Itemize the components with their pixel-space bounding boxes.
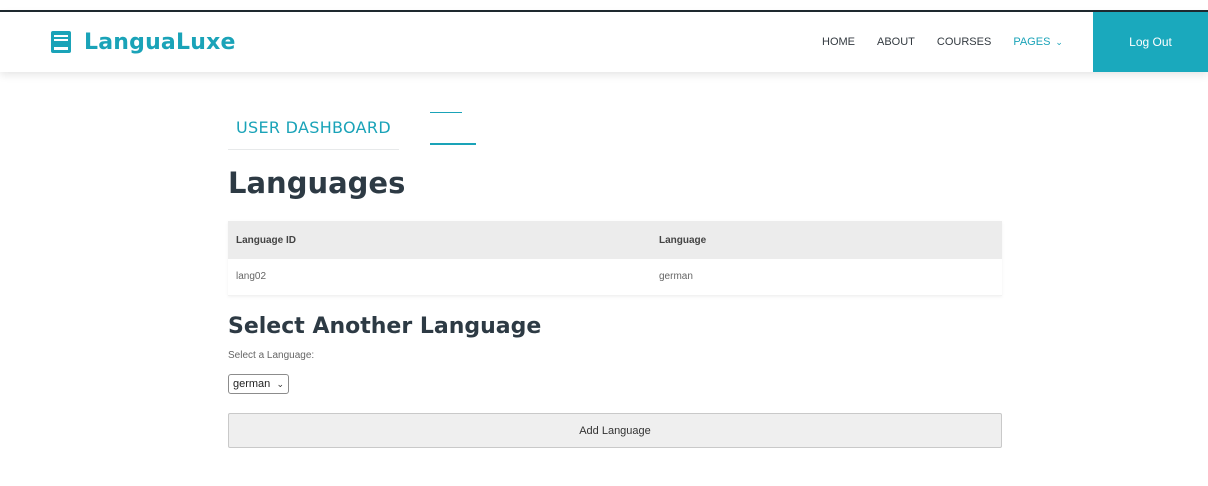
table-row: lang02 german	[228, 259, 1002, 296]
chevron-down-icon: ⌄	[276, 378, 284, 389]
languages-table: Language ID Language lang02 german	[228, 221, 1002, 296]
column-header-language: Language	[651, 221, 1002, 259]
section-tag-label: USER DASHBOARD	[228, 112, 399, 150]
language-select-label: Select a Language:	[228, 350, 315, 361]
nav-pages-label: PAGES	[1013, 36, 1051, 48]
tag-line-top	[430, 112, 462, 113]
language-select-value: german	[233, 378, 271, 390]
nav-home[interactable]: HOME	[822, 36, 855, 48]
language-select[interactable]: german ⌄	[228, 374, 289, 394]
section-tag: USER DASHBOARD	[228, 112, 476, 150]
table-header-row: Language ID Language	[228, 221, 1002, 259]
nav-courses[interactable]: COURSES	[937, 36, 991, 48]
cell-language: german	[651, 259, 1002, 296]
chevron-down-icon: ⌄	[1055, 36, 1063, 47]
tag-line-bottom	[430, 143, 476, 145]
navbar: LanguaLuxe HOME ABOUT COURSES PAGES ⌄ Lo…	[0, 12, 1208, 72]
cell-language-id: lang02	[228, 259, 651, 296]
select-section-title: Select Another Language	[228, 314, 542, 339]
logout-button[interactable]: Log Out	[1093, 12, 1208, 72]
tag-decoration	[430, 112, 476, 146]
column-header-language-id: Language ID	[228, 221, 651, 259]
main-nav: HOME ABOUT COURSES PAGES ⌄	[822, 12, 1085, 72]
nav-about[interactable]: ABOUT	[877, 36, 915, 48]
brand-name: LanguaLuxe	[84, 29, 236, 55]
brand-logo[interactable]: LanguaLuxe	[50, 28, 236, 56]
nav-pages-dropdown[interactable]: PAGES ⌄	[1013, 36, 1063, 48]
page-title: Languages	[228, 166, 406, 200]
add-language-button[interactable]: Add Language	[228, 413, 1002, 448]
book-icon	[50, 30, 72, 54]
